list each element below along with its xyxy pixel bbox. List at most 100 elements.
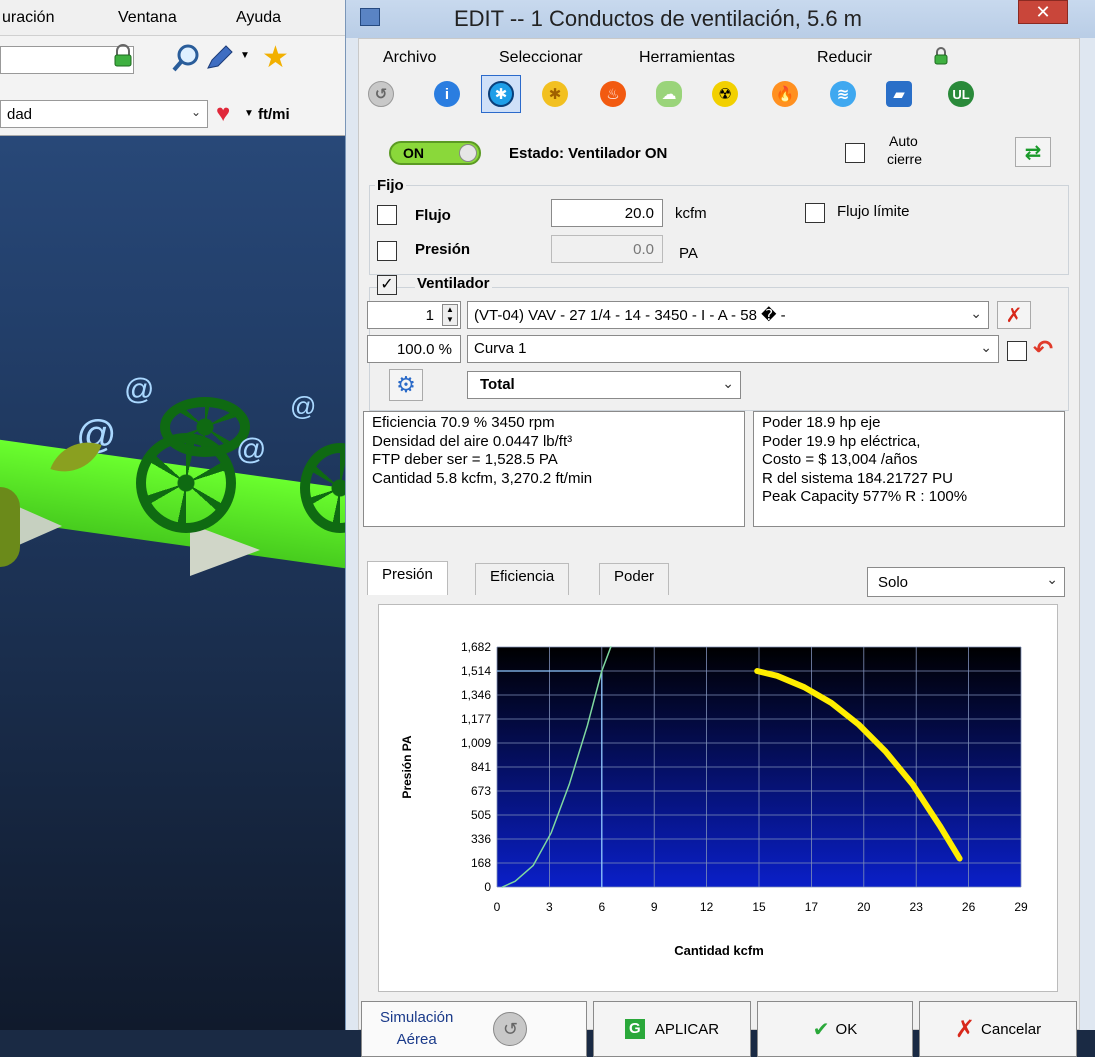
heart-icon[interactable]: ♥ [216,100,230,128]
fan-settings-button[interactable]: ⚙ [389,369,423,401]
fixed-groupbox [369,185,1069,275]
fan-button[interactable]: ✱ [481,75,521,113]
air-simulation-button[interactable]: Simulación Aérea ↺ [361,1001,587,1057]
y-tick-label: 1,682 [461,640,491,654]
info-line: R del sistema 184.21727 PU [762,469,953,487]
apply-button[interactable]: G APLICAR [593,1001,751,1057]
pressure-checkbox[interactable] [377,241,397,261]
pressure-input[interactable]: 0.0 [551,235,663,263]
chevron-down-icon: ⌄ [190,105,201,119]
flow-limit-checkbox[interactable] [805,203,825,223]
spinner-arrows-icon[interactable]: ▲ ▼ [442,304,458,326]
lock-icon[interactable] [933,47,949,65]
pressure-chart-svg: 0 168 336 505 673 841 1,009 1,177 1,346 1,514 1,68… [400,640,1028,958]
tab-eficiencia[interactable]: Eficiencia [475,563,570,595]
circle-arrow-button[interactable]: ↺ [361,75,401,113]
y-axis-ticks: 0 168 336 505 673 841 1,009 1,177 1,346 1,514 1,68… [461,640,491,894]
air-simulation-label: Simulación Aérea [380,1007,453,1051]
cloud-button[interactable]: ☁ [649,75,689,113]
pressure-unit: PA [679,245,698,262]
background-menubar: uración Ventana Ayuda [0,0,345,36]
swirl-graphic: @ [124,373,155,406]
3d-scene[interactable]: @ @ @ @ [0,137,345,1030]
edit-dialog: EDIT -- 1 Conductos de ventilación, 5.6 … [345,0,1095,1057]
fan-status-text: Estado: Ventilador ON [509,145,668,162]
dropdown-arrow-icon[interactable]: ▼ [244,108,254,119]
ok-label: OK [835,1020,858,1038]
tab-presion[interactable]: Presión [367,561,448,595]
fan-on-toggle[interactable]: ON [389,141,481,165]
flow-checkbox[interactable] [377,205,397,225]
gear-icon: ⚙ [396,372,416,397]
menu-seleccionar[interactable]: Seleccionar [499,49,583,67]
curve-checkbox[interactable] [1007,341,1027,361]
bg-menu-ventana[interactable]: Ventana [118,9,177,27]
fan-model-select[interactable]: (VT-04) VAV - 27 1/4 - 14 - 3450 - I - A… [467,301,989,329]
radiation-button[interactable]: ☢ [705,75,745,113]
info-line: Densidad del aire 0.0447 lb/ft³ [372,432,573,450]
window-app-icon [360,8,380,26]
info-button[interactable]: i [427,75,467,113]
sim-label-line1: Simulación [380,1009,454,1026]
chevron-down-icon: ⌄ [722,375,734,391]
y-tick-label: 673 [471,784,491,798]
info-line: Costo = $ 13,004 /años [762,451,918,469]
circle-arrow-icon: ↺ [493,1012,528,1046]
circle-arrow-icon: ↺ [368,81,394,107]
swirl-graphic: @ [236,433,267,466]
y-tick-label: 1,177 [461,712,491,726]
y-axis-label: Presión PA [400,735,414,798]
fixed-group-label: Fijo [375,177,406,194]
pressure-mode-select[interactable]: Total ⌄ [467,371,741,399]
apply-label: APLICAR [654,1020,720,1038]
flow-input[interactable]: 20.0 [551,199,663,227]
bg-menu-ayuda[interactable]: Ayuda [236,9,281,27]
pressure-chart[interactable]: 0 168 336 505 673 841 1,009 1,177 1,346 1,514 1,68… [378,604,1058,992]
x-tick-label: 17 [805,900,819,914]
cancel-button[interactable]: ✗ Cancelar [919,1001,1077,1057]
red-x-icon: ✗ [954,1015,976,1043]
flow-limit-label: Flujo límite [837,203,910,220]
y-tick-label: 0 [484,880,491,894]
ul-button[interactable]: UL [941,75,981,113]
dropdown-arrow-icon[interactable]: ▼ [240,50,250,61]
book-button[interactable]: ▰ [879,75,919,113]
toggle-knob [459,144,477,162]
menu-herramientas[interactable]: Herramientas [639,49,735,67]
view-mode-select[interactable]: Solo ⌄ [867,567,1065,597]
pressure-label: Presión [415,241,471,258]
bg-combo-2[interactable]: dad ⌄ [0,100,208,128]
fan-checkbox[interactable]: ✓ [377,275,397,295]
y-tick-label: 1,009 [461,736,491,750]
x-axis-label: Cantidad kcfm [674,943,764,958]
menu-reducir[interactable]: Reducir [817,49,872,67]
info-line: Peak Capacity 577% R : 100% [762,488,968,506]
star-icon[interactable]: ★ [262,40,289,75]
wifi-button[interactable]: ≋ [823,75,863,113]
undo-arrow-icon[interactable]: ↶ [1033,335,1053,364]
delete-fan-button[interactable]: ✗ [997,301,1031,329]
tab-poder[interactable]: Poder [599,563,670,595]
fan-icon: ✱ [488,81,514,107]
x-tick-label: 26 [962,900,976,914]
flow-unit: kcfm [675,205,707,222]
flame-button[interactable]: 🔥 [765,75,805,113]
sim-label-line2: Aérea [396,1031,437,1048]
bg-menu-configuracion[interactable]: uración [2,9,54,27]
ok-button[interactable]: ✔ OK [757,1001,913,1057]
magnifier-icon[interactable] [172,44,200,72]
fan-count-spinner[interactable]: 1 ▲ ▼ [367,301,461,329]
pencil-icon[interactable] [204,44,234,72]
curve-select[interactable]: Curva 1 ⌄ [467,335,999,363]
curve-percent-field[interactable]: 100.0 % [367,335,461,363]
close-button[interactable]: ✕ [1018,0,1068,24]
x-tick-label: 6 [598,900,605,914]
auto-close-checkbox[interactable] [845,143,865,163]
fire-button[interactable]: ♨ [593,75,633,113]
cancel-label: Cancelar [981,1020,1042,1038]
sun-fan-button[interactable]: ✱ [535,75,575,113]
lock-icon[interactable] [112,44,134,68]
dialog-titlebar[interactable]: EDIT -- 1 Conductos de ventilación, 5.6 … [346,0,1095,38]
refresh-link-button[interactable]: ⇄ [1015,137,1051,167]
menu-archivo[interactable]: Archivo [383,49,436,67]
